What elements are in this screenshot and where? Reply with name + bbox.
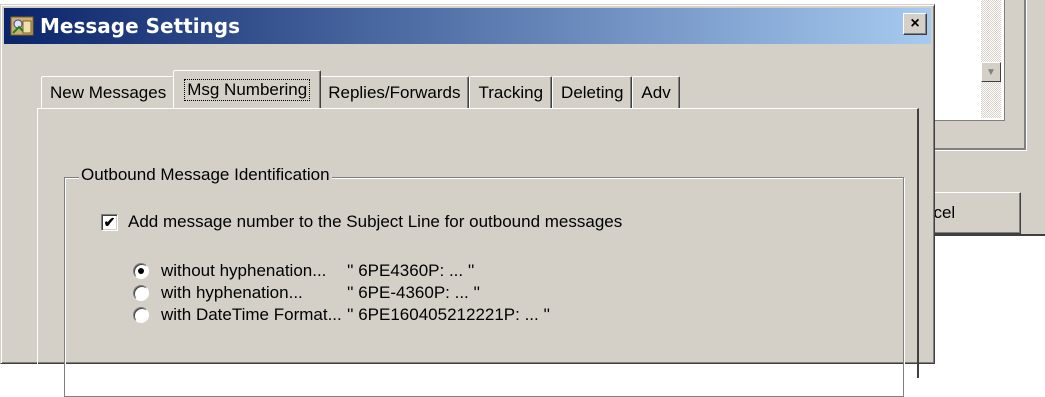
radio-example: '' 6PE-4360P: ... '' [347, 283, 480, 302]
tab-strip: New Messages Msg Numbering Replies/Forwa… [41, 70, 680, 108]
outbound-identification-group: Outbound Message Identification ✔ Add me… [64, 165, 904, 397]
tab-deleting[interactable]: Deleting [552, 76, 633, 108]
add-message-number-label[interactable]: Add message number to the Subject Line f… [128, 212, 622, 232]
tab-label: Deleting [561, 82, 624, 102]
tab-label: Tracking [478, 82, 544, 102]
tab-label: Msg Numbering [184, 78, 311, 101]
app-icon [8, 12, 36, 40]
tab-label: Adv [641, 82, 671, 102]
tab-label: Replies/Forwards [328, 82, 461, 102]
title-bar[interactable]: Message Settings × [4, 8, 931, 44]
group-legend: Outbound Message Identification [79, 165, 332, 185]
add-message-number-checkbox[interactable]: ✔ [101, 213, 118, 231]
radio-with-datetime-format[interactable]: with DateTime Format... '' 6PE1604052122… [133, 305, 550, 325]
message-settings-dialog: Message Settings × New Messages Msg Numb… [0, 4, 935, 397]
close-icon: × [910, 15, 920, 32]
radio-button[interactable] [133, 307, 149, 323]
radio-button-selected[interactable] [133, 263, 149, 279]
radio-with-hyphenation[interactable]: with hyphenation... '' 6PE-4360P: ... '' [133, 283, 480, 303]
tab-new-messages[interactable]: New Messages [41, 76, 176, 108]
tab-panel-msg-numbering: Outbound Message Identification ✔ Add me… [37, 108, 919, 397]
radio-example: '' 6PE160405212221P: ... '' [347, 305, 550, 324]
tab-label: New Messages [50, 82, 167, 102]
radio-label[interactable]: without hyphenation... [161, 261, 347, 281]
tab-tracking[interactable]: Tracking [469, 76, 553, 108]
dialog-title: Message Settings [40, 14, 241, 38]
add-message-number-option[interactable]: ✔ Add message number to the Subject Line… [101, 212, 622, 232]
radio-without-hyphenation[interactable]: without hyphenation... '' 6PE4360P: ... … [133, 261, 474, 281]
radio-label[interactable]: with hyphenation... [161, 283, 347, 303]
checkmark-icon: ✔ [103, 214, 116, 230]
scroll-down-arrow-icon[interactable]: ▼ [981, 62, 1001, 82]
radio-label[interactable]: with DateTime Format... [161, 305, 347, 325]
tab-replies-forwards[interactable]: Replies/Forwards [319, 76, 470, 108]
tab-msg-numbering[interactable]: Msg Numbering [173, 70, 322, 108]
radio-dot-icon [138, 268, 144, 274]
tab-adv[interactable]: Adv [632, 76, 680, 108]
radio-example: '' 6PE4360P: ... '' [347, 261, 475, 280]
radio-button[interactable] [133, 285, 149, 301]
background-scrollbar[interactable] [981, 0, 1001, 118]
close-button[interactable]: × [903, 13, 927, 35]
